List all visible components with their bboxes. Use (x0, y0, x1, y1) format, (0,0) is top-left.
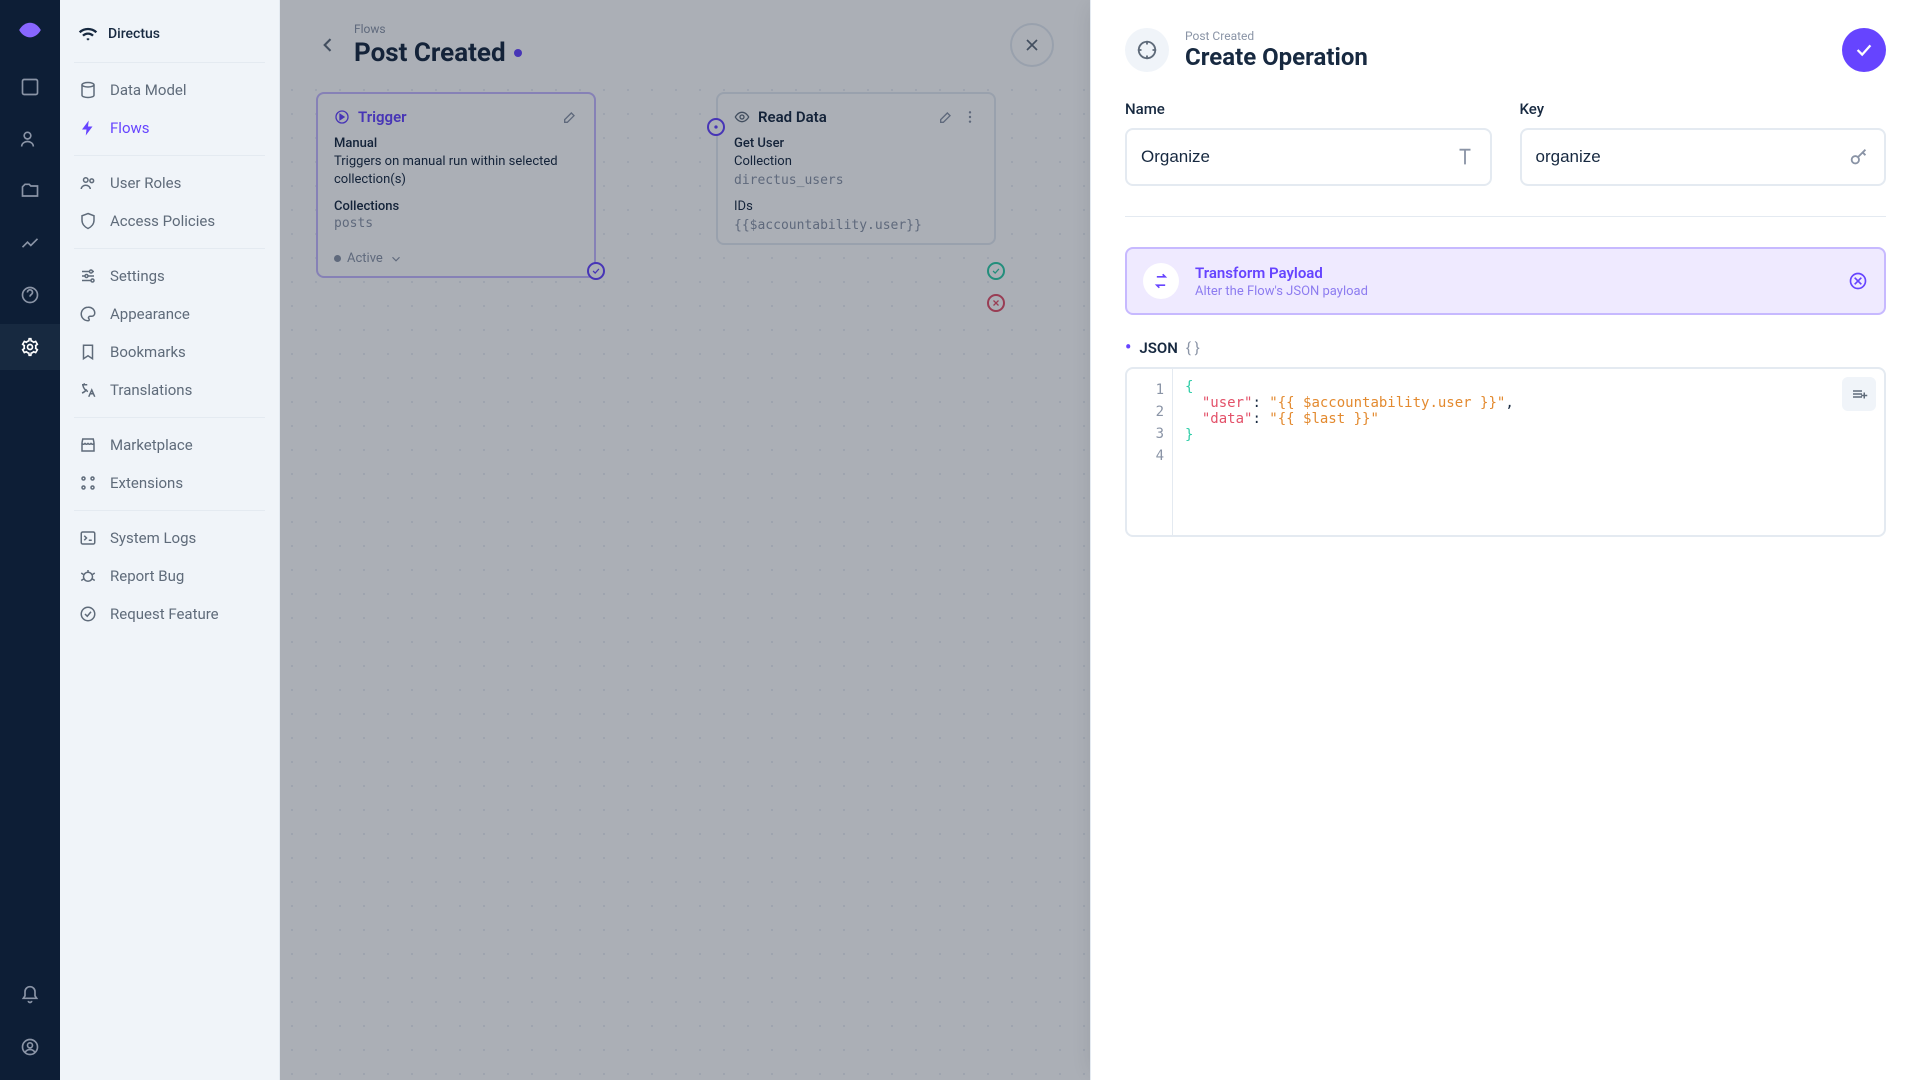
nav-rail (0, 0, 60, 1080)
clear-operation-icon[interactable] (1848, 271, 1868, 291)
logo-icon (12, 12, 48, 48)
operation-desc: Alter the Flow's JSON payload (1195, 284, 1368, 299)
palette-icon (78, 304, 98, 324)
selected-operation-card[interactable]: Transform Payload Alter the Flow's JSON … (1125, 247, 1886, 315)
text-format-icon[interactable] (1454, 146, 1476, 168)
translate-icon (78, 380, 98, 400)
sidebar-item-data-model[interactable]: Data Model (60, 71, 279, 109)
database-icon (78, 80, 98, 100)
sidebar-item-settings[interactable]: Settings (60, 257, 279, 295)
sidebar-item-translations[interactable]: Translations (60, 371, 279, 409)
overlay[interactable] (280, 0, 1090, 1080)
sidebar-item-bookmarks[interactable]: Bookmarks (60, 333, 279, 371)
rail-files-icon[interactable] (0, 168, 60, 214)
operation-title: Transform Payload (1195, 264, 1368, 282)
users-icon (78, 173, 98, 193)
rail-settings-icon[interactable] (0, 324, 60, 370)
main-canvas: Flows Post Created Trigger Manual Trigge… (280, 0, 1090, 1080)
drawer-title: Create Operation (1185, 43, 1368, 71)
code-expand-icon[interactable] (1842, 377, 1876, 411)
operation-icon (1125, 28, 1169, 72)
key-input[interactable] (1536, 147, 1839, 167)
sidebar-item-user-roles[interactable]: User Roles (60, 164, 279, 202)
sidebar-item-extensions[interactable]: Extensions (60, 464, 279, 502)
rail-notifications-icon[interactable] (0, 972, 60, 1018)
shield-icon (78, 211, 98, 231)
name-label: Name (1125, 100, 1492, 118)
sidebar-item-access-policies[interactable]: Access Policies (60, 202, 279, 240)
rail-users-icon[interactable] (0, 116, 60, 162)
rail-docs-icon[interactable] (0, 272, 60, 318)
rail-content-icon[interactable] (0, 64, 60, 110)
transform-icon (1143, 263, 1179, 299)
bookmark-icon (78, 342, 98, 362)
sidebar-title: Directus (60, 14, 279, 54)
bolt-icon (78, 118, 98, 138)
rail-account-icon[interactable] (0, 1024, 60, 1070)
rail-insights-icon[interactable] (0, 220, 60, 266)
json-editor[interactable]: 1234 { "user": "{{ $accountability.user … (1125, 367, 1886, 537)
name-input-wrap[interactable] (1125, 128, 1492, 186)
sidebar-item-request-feature[interactable]: Request Feature (60, 595, 279, 633)
code-content[interactable]: { "user": "{{ $accountability.user }}", … (1173, 369, 1526, 535)
puzzle-icon (78, 473, 98, 493)
key-label: Key (1520, 100, 1887, 118)
wifi-icon (78, 24, 98, 44)
sidebar-item-report-bug[interactable]: Report Bug (60, 557, 279, 595)
sidebar-item-flows[interactable]: Flows (60, 109, 279, 147)
sliders-icon (78, 266, 98, 286)
store-icon (78, 435, 98, 455)
check-circle-icon (78, 604, 98, 624)
create-operation-drawer: Post Created Create Operation Name Key T… (1090, 0, 1920, 1080)
json-field-label: • JSON { } (1125, 339, 1886, 357)
terminal-icon (78, 528, 98, 548)
name-input[interactable] (1141, 147, 1444, 167)
sidebar-title-label: Directus (108, 26, 160, 42)
settings-sidebar: Directus Data Model Flows User Roles Acc… (60, 0, 280, 1080)
sidebar-item-system-logs[interactable]: System Logs (60, 519, 279, 557)
key-input-wrap[interactable] (1520, 128, 1887, 186)
code-gutter: 1234 (1127, 369, 1173, 535)
key-icon[interactable] (1848, 146, 1870, 168)
bug-icon (78, 566, 98, 586)
sidebar-item-appearance[interactable]: Appearance (60, 295, 279, 333)
drawer-subtitle: Post Created (1185, 29, 1368, 43)
sidebar-item-marketplace[interactable]: Marketplace (60, 426, 279, 464)
confirm-button[interactable] (1842, 28, 1886, 72)
